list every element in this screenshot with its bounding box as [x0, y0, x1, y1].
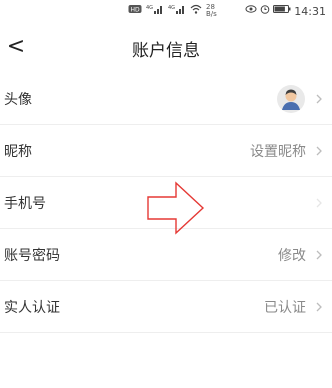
- navigation-bar: < 账户信息: [0, 24, 332, 70]
- row-password-right: 修改: [278, 229, 324, 280]
- row-nickname-value: 设置昵称: [250, 143, 306, 160]
- chevron-right-icon: [316, 94, 322, 103]
- row-avatar-right: [276, 73, 324, 124]
- row-phone-label: 手机号: [4, 196, 46, 212]
- row-password-value: 修改: [278, 247, 306, 264]
- signal-2-label: 4G: [168, 5, 175, 11]
- eye-icon: [245, 4, 257, 18]
- row-password-label: 账号密码: [4, 248, 60, 264]
- signal-icon-1: 4G: [146, 4, 164, 18]
- row-nickname-right: 设置昵称: [250, 125, 324, 176]
- signal-icon-2: 4G: [168, 4, 186, 18]
- chevron-right-icon: [316, 302, 322, 311]
- hd-badge-text: HD: [131, 7, 141, 14]
- avatar: [276, 84, 306, 114]
- row-avatar[interactable]: 头像: [0, 73, 332, 125]
- wifi-icon: [190, 4, 202, 18]
- row-nickname[interactable]: 昵称 设置昵称: [0, 125, 332, 177]
- status-right-cluster: 14:31: [245, 4, 326, 18]
- net-speed: 28 B/s: [206, 3, 217, 18]
- hd-badge-icon: HD: [128, 4, 142, 18]
- alarm-icon: [260, 4, 270, 18]
- status-left-cluster: HD 4G 4G 28 B/s: [128, 4, 217, 18]
- row-verification-label: 实人认证: [4, 300, 60, 316]
- row-verification[interactable]: 实人认证 已认证: [0, 281, 332, 333]
- row-verification-value: 已认证: [264, 299, 306, 316]
- battery-icon: [273, 4, 291, 18]
- status-bar: HD 4G 4G 28 B/s 14:31: [0, 0, 332, 22]
- status-time: 14:31: [294, 4, 326, 18]
- signal-1-label: 4G: [146, 5, 153, 11]
- row-phone-right: [306, 177, 324, 228]
- row-avatar-label: 头像: [4, 92, 32, 108]
- chevron-right-icon: [316, 146, 322, 155]
- row-password[interactable]: 账号密码 修改: [0, 229, 332, 281]
- chevron-right-icon: [316, 250, 322, 259]
- page-title: 账户信息: [132, 41, 200, 61]
- row-verification-right: 已认证: [264, 281, 324, 332]
- row-nickname-label: 昵称: [4, 144, 32, 160]
- chevron-right-icon: [316, 198, 322, 207]
- annotation-arrow-icon: [147, 181, 205, 235]
